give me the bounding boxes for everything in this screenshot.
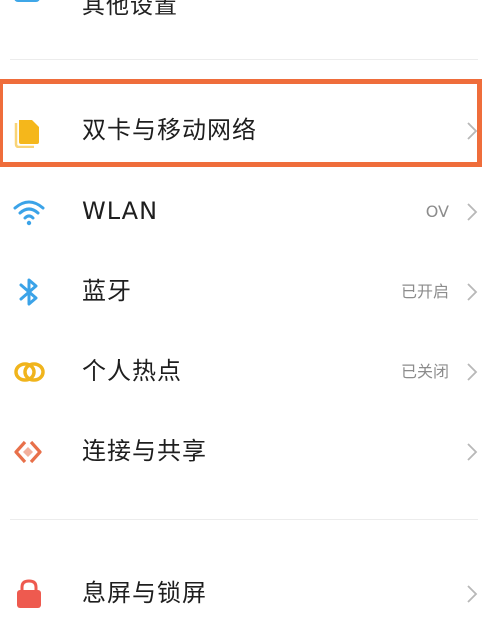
wlan-value: OV <box>425 202 449 221</box>
partial-item-label: 其他设置 <box>82 0 178 19</box>
settings-item-wlan[interactable]: WLAN OV <box>0 171 487 251</box>
settings-item-hotspot[interactable]: 个人热点 已关闭 <box>0 331 487 411</box>
chevron-right-icon <box>467 443 478 461</box>
bluetooth-icon <box>19 278 38 306</box>
wlan-label: WLAN <box>82 197 159 225</box>
lock-screen-label: 息屏与锁屏 <box>82 579 207 607</box>
chevron-right-icon <box>467 585 478 603</box>
settings-item-connection-share[interactable]: 连接与共享 <box>0 411 487 491</box>
section-divider <box>10 59 478 60</box>
settings-item-bluetooth[interactable]: 蓝牙 已开启 <box>0 251 487 331</box>
sim-card-icon <box>14 120 39 148</box>
connection-share-icon <box>14 440 42 464</box>
hotspot-value: 已关闭 <box>400 362 449 381</box>
chevron-right-icon <box>467 122 478 140</box>
chevron-right-icon <box>467 283 478 301</box>
bluetooth-label: 蓝牙 <box>82 277 132 305</box>
chevron-right-icon <box>467 203 478 221</box>
bluetooth-value: 已开启 <box>400 282 449 301</box>
lock-icon <box>17 579 41 608</box>
section-divider <box>10 519 478 520</box>
settings-item-top-partial[interactable]: 其他设置 <box>0 0 487 40</box>
connection-share-label: 连接与共享 <box>82 437 207 465</box>
wifi-icon <box>13 200 45 226</box>
partial-item-icon <box>14 0 40 2</box>
settings-screen: 其他设置 双卡与移动网络 WLAN OV 蓝牙 已开启 个人热点 已关闭 连接与… <box>0 0 487 629</box>
settings-item-dual-sim[interactable]: 双卡与移动网络 <box>0 90 487 170</box>
dual-sim-label: 双卡与移动网络 <box>82 116 257 144</box>
hotspot-label: 个人热点 <box>82 357 182 385</box>
chevron-right-icon <box>467 363 478 381</box>
hotspot-icon <box>14 362 45 382</box>
settings-item-lock-screen[interactable]: 息屏与锁屏 <box>0 553 487 629</box>
